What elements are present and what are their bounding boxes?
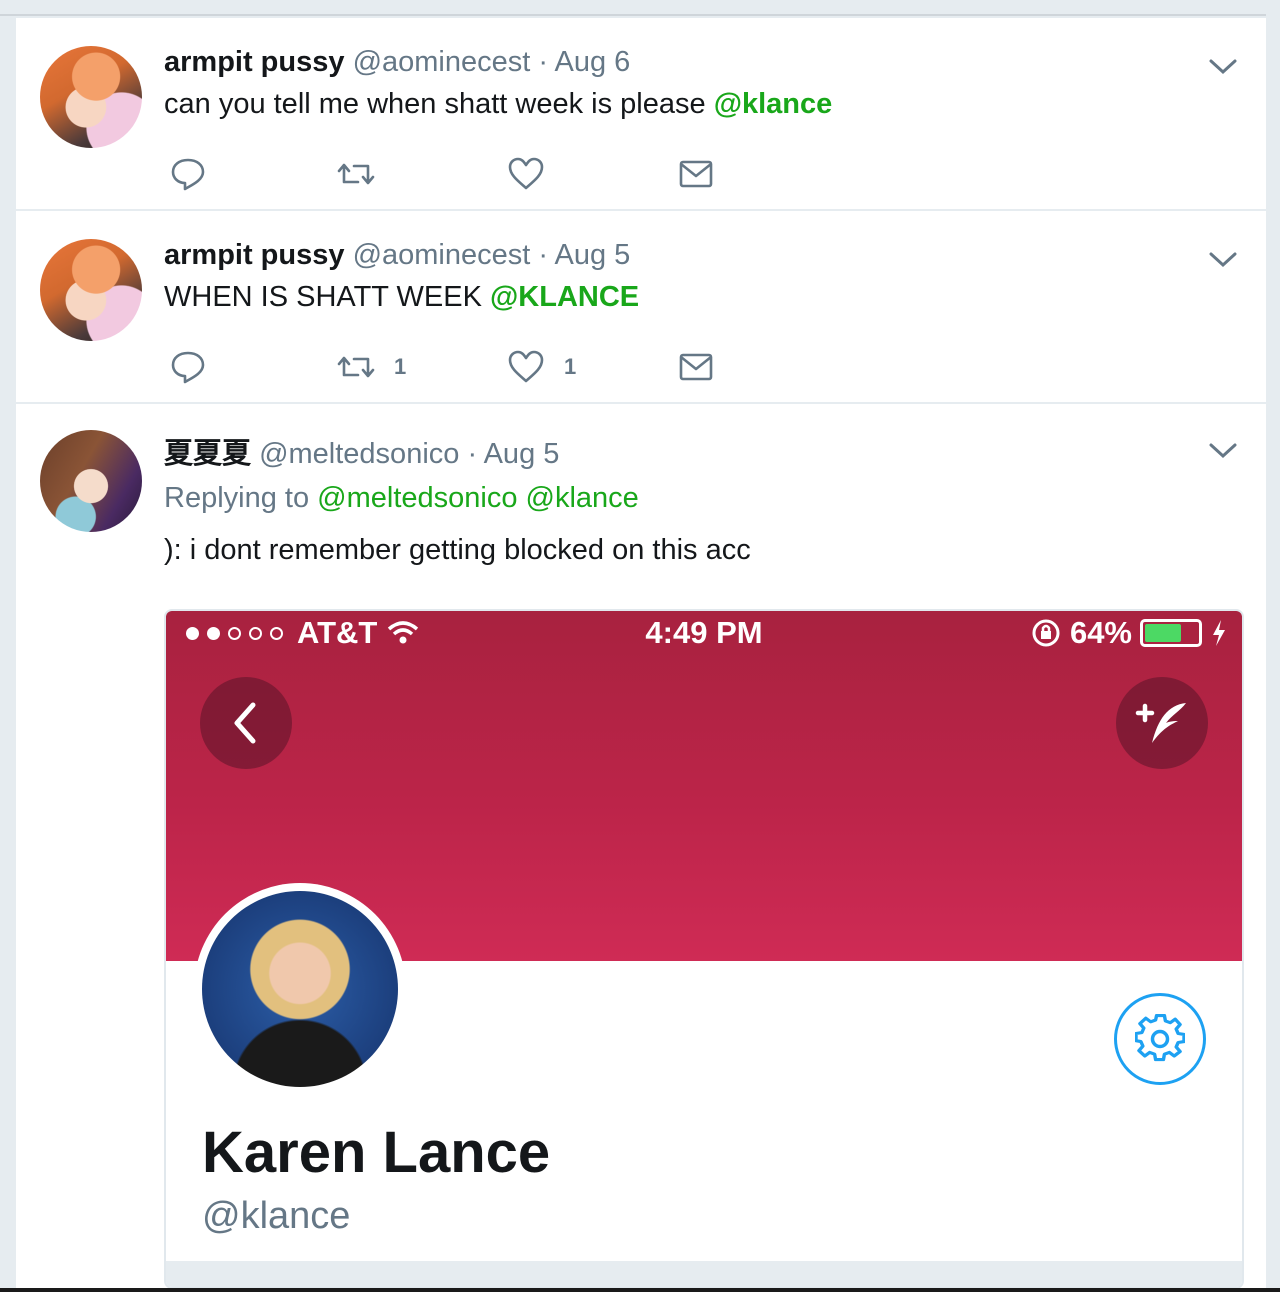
tweet-date[interactable]: Aug 5 — [555, 239, 631, 271]
tweet-image[interactable]: AT&T 4:49 PM 64% Karen Lance @klance — [164, 609, 1244, 1289]
top-divider — [0, 0, 1280, 16]
tweet-text: ): i dont remember getting blocked on th… — [164, 534, 751, 566]
separator: · — [467, 438, 478, 470]
chevron-down-icon[interactable] — [1208, 249, 1238, 269]
tweet[interactable]: armpit pussy @aominecest · Aug 5 WHEN IS… — [16, 211, 1266, 404]
timeline: armpit pussy @aominecest · Aug 6 can you… — [16, 18, 1266, 1292]
mention-link[interactable]: @klance — [714, 88, 833, 120]
rotation-lock-icon — [1032, 619, 1060, 647]
image-bottom-strip — [166, 1261, 1242, 1287]
mention-link[interactable]: @meltedsonico — [317, 482, 517, 514]
retweet-button[interactable]: 1 — [336, 347, 406, 387]
battery-percent: 64% — [1069, 615, 1132, 650]
tweet-text: WHEN IS SHATT WEEK @KLANCE — [164, 281, 639, 314]
profile-avatar[interactable] — [194, 883, 406, 1095]
retweet-icon — [337, 356, 375, 378]
back-button[interactable] — [200, 677, 292, 769]
avatar[interactable] — [40, 239, 142, 341]
tweet[interactable]: 夏夏夏 @meltedsonico · Aug 5 Replying to @m… — [16, 404, 1266, 1292]
user-handle[interactable]: @meltedsonico — [259, 438, 459, 470]
reply-icon — [171, 158, 205, 191]
avatar[interactable] — [40, 46, 142, 148]
reply-icon — [171, 351, 205, 384]
charging-bolt-icon — [1213, 620, 1225, 646]
heart-icon — [508, 350, 544, 383]
display-name[interactable]: armpit pussy — [164, 46, 345, 78]
tweet-header: armpit pussy @aominecest · Aug 6 — [164, 46, 630, 79]
right-gutter — [1266, 0, 1280, 1292]
compose-tweet-button[interactable] — [1116, 677, 1208, 769]
user-handle[interactable]: @aominecest — [353, 46, 531, 78]
direct-message-button[interactable] — [676, 154, 716, 194]
avatar[interactable] — [40, 430, 142, 532]
reply-button[interactable] — [168, 347, 208, 387]
tweet-body: can you tell me when shatt week is pleas… — [164, 88, 714, 120]
mention-link[interactable]: @klance — [526, 482, 639, 514]
like-count: 1 — [564, 354, 577, 379]
retweet-count: 1 — [394, 354, 407, 379]
like-button[interactable] — [506, 154, 564, 194]
phone-status-bar: AT&T 4:49 PM 64% — [166, 611, 1242, 655]
tweet-body: WHEN IS SHATT WEEK — [164, 281, 491, 313]
replying-to: Replying to @meltedsonico @klance — [164, 482, 639, 515]
gear-icon — [1135, 1014, 1185, 1062]
tweet-header: 夏夏夏 @meltedsonico · Aug 5 — [164, 430, 559, 472]
direct-message-button[interactable] — [676, 347, 716, 387]
retweet-button[interactable] — [336, 154, 394, 194]
profile-photo — [202, 891, 398, 1087]
tweet-actions: 1 1 — [164, 347, 764, 387]
chevron-down-icon[interactable] — [1208, 440, 1238, 460]
battery-fill — [1145, 624, 1181, 642]
display-name[interactable]: 夏夏夏 — [164, 438, 251, 470]
mention-link[interactable]: @KLANCE — [490, 281, 639, 313]
tweet-date[interactable]: Aug 6 — [555, 46, 631, 78]
envelope-icon — [679, 353, 713, 381]
tweet-header: armpit pussy @aominecest · Aug 5 — [164, 239, 630, 272]
replying-label: Replying to — [164, 482, 310, 514]
battery-status: 64% — [1030, 615, 1228, 651]
envelope-icon — [679, 160, 713, 188]
tweet[interactable]: armpit pussy @aominecest · Aug 6 can you… — [16, 18, 1266, 211]
bottom-edge — [0, 1288, 1280, 1292]
settings-button[interactable] — [1114, 993, 1206, 1085]
retweet-icon — [337, 163, 375, 185]
heart-icon — [508, 157, 544, 190]
separator: · — [538, 46, 549, 78]
separator: · — [538, 239, 549, 271]
tweet-date[interactable]: Aug 5 — [484, 438, 560, 470]
display-name[interactable]: armpit pussy — [164, 239, 345, 271]
compose-quill-icon — [1135, 703, 1186, 743]
reply-button[interactable] — [168, 154, 208, 194]
profile-name: Karen Lance — [202, 1120, 551, 1185]
tweet-text: can you tell me when shatt week is pleas… — [164, 88, 832, 121]
back-arrow-icon — [234, 702, 256, 744]
battery-icon — [1140, 619, 1202, 647]
like-button[interactable]: 1 — [506, 347, 576, 387]
user-handle[interactable]: @aominecest — [353, 239, 531, 271]
profile-handle: @klance — [202, 1195, 351, 1237]
tweet-actions — [164, 154, 764, 194]
chevron-down-icon[interactable] — [1208, 56, 1238, 76]
